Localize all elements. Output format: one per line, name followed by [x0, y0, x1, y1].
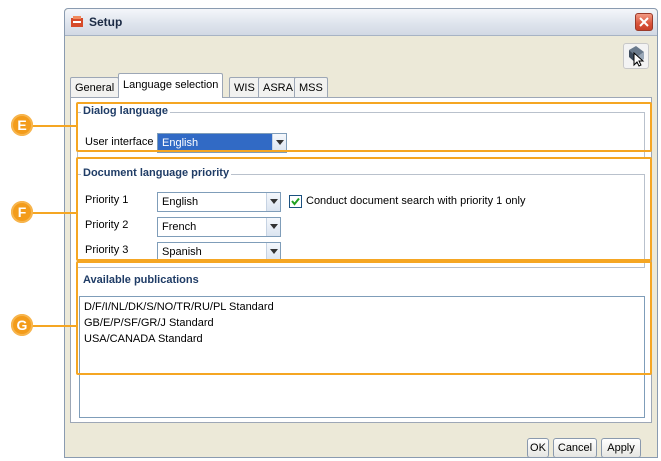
document-priority-title: Document language priority	[81, 167, 232, 179]
language-selection-panel: Dialog language User interface English D…	[70, 97, 652, 423]
chevron-down-icon	[270, 249, 278, 254]
help-cursor-icon	[629, 46, 645, 67]
callout-badge-g: G	[11, 314, 33, 336]
priority-3-value: Spanish	[162, 246, 202, 258]
priority-3-select[interactable]: Spanish	[157, 242, 281, 262]
user-interface-select[interactable]: English	[157, 133, 287, 153]
tab-asra-label: ASRA	[263, 82, 293, 94]
list-item[interactable]: GB/E/P/SF/GR/J Standard	[84, 317, 214, 329]
tab-general-label: General	[75, 82, 115, 94]
setup-dialog: Setup General Language selection WIS ASR…	[64, 8, 658, 458]
tab-wis-label: WIS	[234, 82, 255, 94]
dropdown-arrow[interactable]	[266, 218, 280, 236]
dropdown-arrow[interactable]	[266, 193, 280, 211]
dialog-language-title: Dialog language	[81, 105, 170, 117]
dropdown-arrow[interactable]	[272, 134, 286, 152]
apply-button[interactable]: Apply	[601, 438, 641, 458]
tab-wis[interactable]: WIS	[229, 77, 260, 97]
list-item[interactable]: D/F/I/NL/DK/S/NO/TR/RU/PL Standard	[84, 301, 274, 313]
priority-only-label[interactable]: Conduct document search with priority 1 …	[306, 195, 526, 207]
list-item[interactable]: USA/CANADA Standard	[84, 333, 203, 345]
priority-2-label: Priority 2	[85, 219, 129, 231]
priority-1-value: English	[162, 196, 199, 208]
callout-badge-f: F	[11, 201, 33, 223]
checkmark-icon	[291, 197, 300, 206]
user-interface-value: English	[162, 137, 199, 149]
tab-mss[interactable]: MSS	[294, 77, 328, 97]
priority-1-label: Priority 1	[85, 194, 129, 206]
publications-list[interactable]: D/F/I/NL/DK/S/NO/TR/RU/PL Standard GB/E/…	[79, 296, 645, 418]
tab-asra[interactable]: ASRA	[258, 77, 298, 97]
tab-general[interactable]: General	[70, 77, 120, 97]
callout-badge-e: E	[11, 114, 33, 136]
chevron-down-icon	[276, 140, 284, 145]
priority-1-select[interactable]: English	[157, 192, 281, 212]
priority-2-value: French	[162, 221, 197, 233]
help-button[interactable]	[623, 43, 649, 69]
dropdown-arrow[interactable]	[266, 243, 280, 261]
window-title: Setup	[89, 15, 123, 29]
chevron-down-icon	[270, 199, 278, 204]
user-interface-label: User interface	[85, 136, 154, 148]
priority-2-select[interactable]: French	[157, 217, 281, 237]
close-button[interactable]	[635, 13, 653, 31]
tab-language-selection[interactable]: Language selection	[118, 73, 224, 98]
priority-3-label: Priority 3	[85, 244, 129, 256]
setup-app-icon	[71, 16, 83, 27]
tab-language-selection-label: Language selection	[123, 79, 219, 91]
chevron-down-icon	[270, 224, 278, 229]
close-icon	[639, 17, 649, 27]
title-bar[interactable]: Setup	[65, 9, 657, 36]
ok-button[interactable]: OK	[527, 438, 549, 458]
cancel-button[interactable]: Cancel	[553, 438, 597, 458]
available-publications-title: Available publications	[81, 274, 201, 286]
priority-only-checkbox[interactable]	[289, 195, 302, 208]
tab-mss-label: MSS	[299, 82, 323, 94]
